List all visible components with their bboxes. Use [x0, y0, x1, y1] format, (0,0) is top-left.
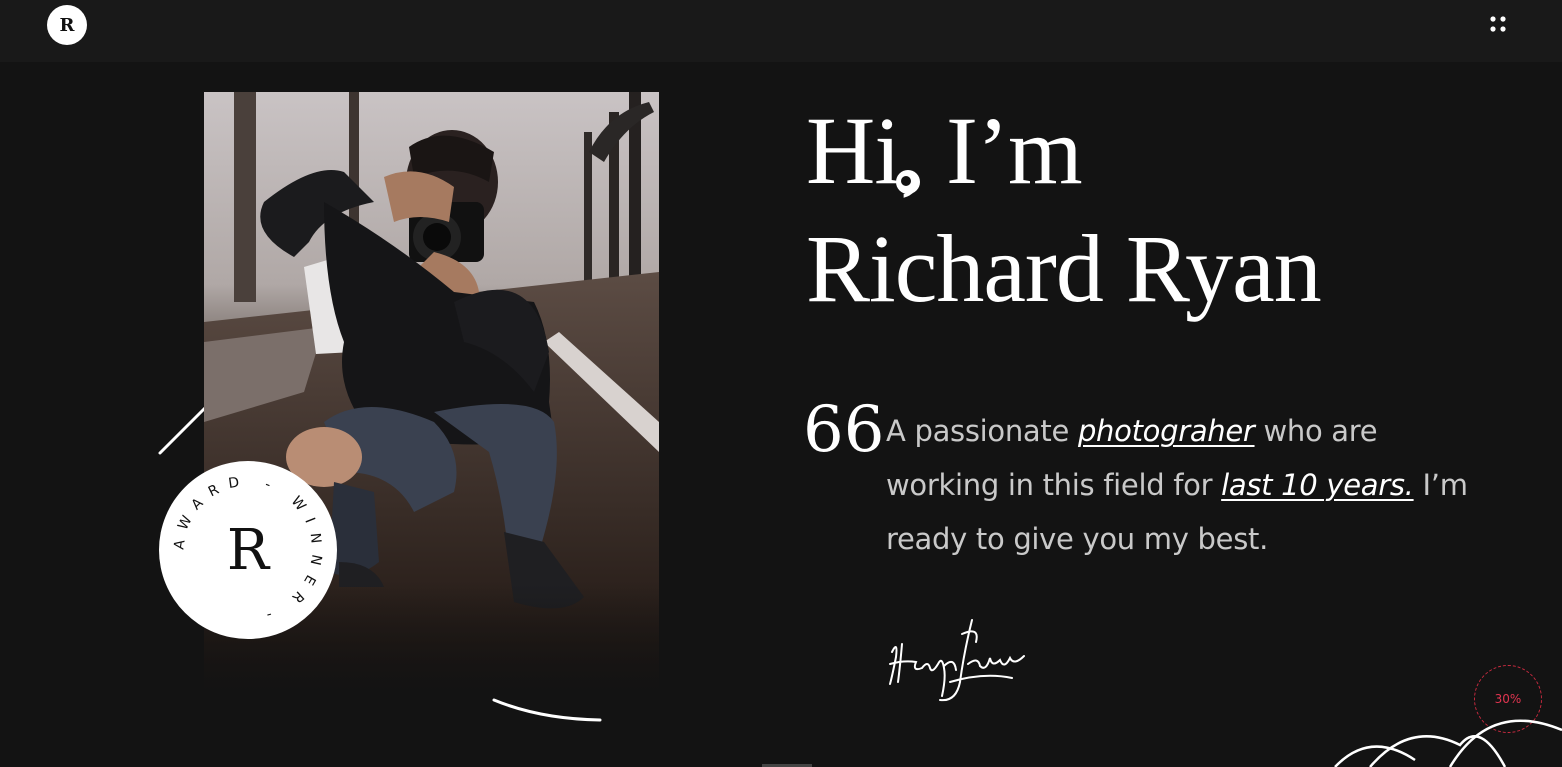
logo-button[interactable]: R — [47, 5, 87, 45]
greeting-line-1: Hi, I’m — [806, 97, 1083, 204]
cursor-indicator — [896, 170, 920, 194]
badge-letter: R — [226, 517, 270, 583]
signature-image — [889, 619, 1025, 702]
dots-menu-icon[interactable] — [1486, 12, 1510, 36]
experience-link[interactable]: last 10 years. — [1221, 468, 1414, 502]
quote-icon: 66 — [803, 393, 885, 467]
hero-heading: Hi, I’m Richard Ryan — [806, 92, 1322, 328]
top-bar: R — [0, 0, 1562, 62]
scroll-progress-indicator[interactable]: 30% — [1474, 665, 1542, 733]
bio-text: A passionate photograher who are working… — [886, 404, 1486, 566]
bio-part-1: A passionate — [886, 414, 1078, 448]
award-winner-badge: AWARD - WINNER - R — [159, 461, 337, 639]
photographer-link[interactable]: photograher — [1078, 414, 1255, 448]
decorative-curve-bottom — [492, 698, 602, 722]
greeting-line-2: Richard Ryan — [806, 215, 1322, 322]
